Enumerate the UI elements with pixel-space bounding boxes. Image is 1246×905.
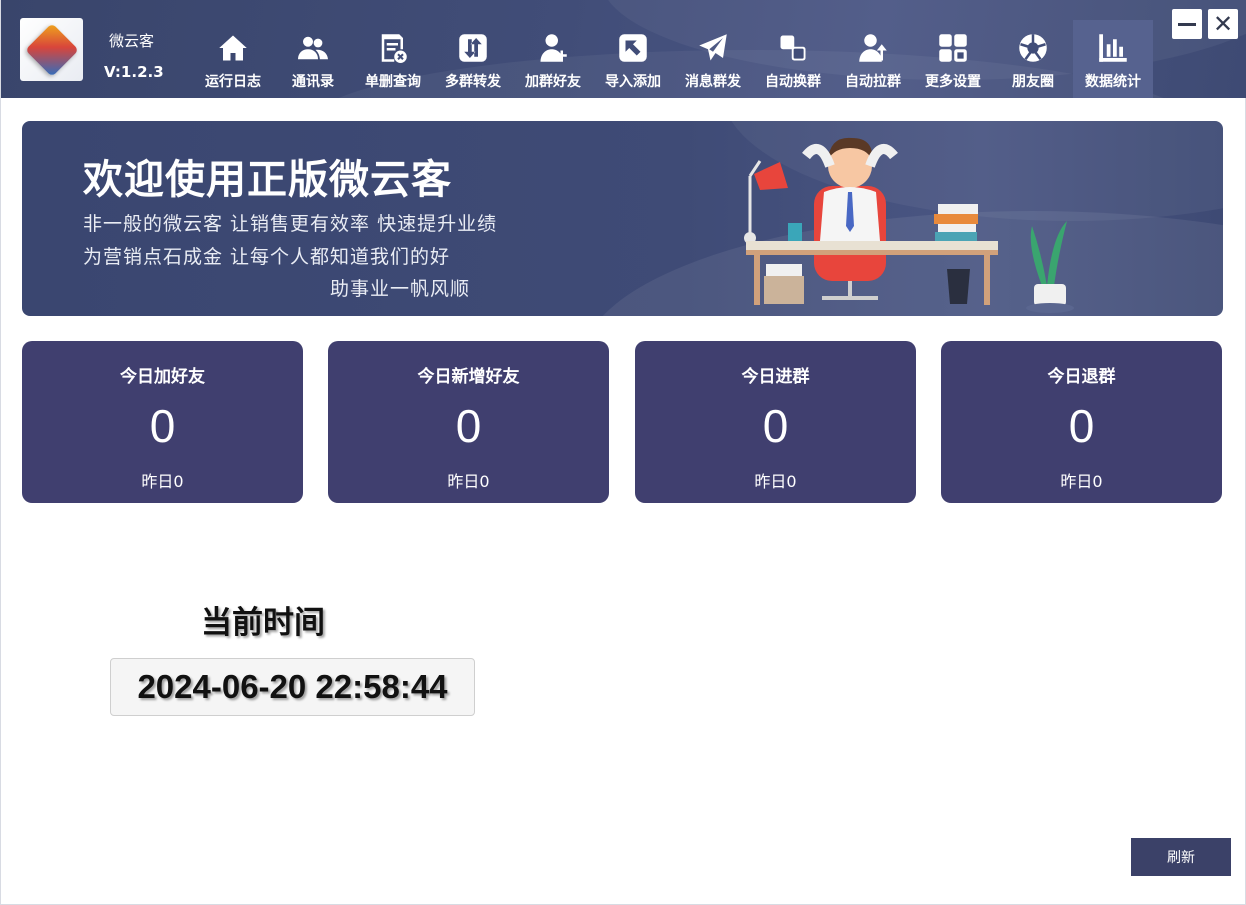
nav-moments[interactable]: 朋友圈 [993, 20, 1073, 98]
app-name: 微云客 [109, 32, 155, 50]
nav-single-delete-check[interactable]: 单删查询 [353, 20, 433, 98]
app-version: V:1.2.3 [104, 63, 164, 81]
welcome-banner: 欢迎使用正版微云客 非一般的微云客 让销售更有效率 快速提升业绩 为营销点石成金… [22, 121, 1223, 316]
banner-title: 欢迎使用正版微云客 [83, 157, 452, 203]
nav-contacts[interactable]: 通讯录 [273, 20, 353, 98]
nav-more-settings[interactable]: 更多设置 [913, 20, 993, 98]
stat-title: 今日进群 [741, 367, 810, 387]
stat-value: 0 [1068, 400, 1095, 452]
current-time-label: 当前时间 [201, 605, 325, 641]
nav-message-broadcast[interactable]: 消息群发 [673, 20, 753, 98]
bar-chart-icon [1096, 31, 1130, 65]
close-button[interactable]: ✕ [1208, 9, 1238, 39]
nav-label: 运行日志 [205, 74, 261, 90]
pull-user-icon [856, 31, 890, 65]
stat-title: 今日加好友 [120, 367, 205, 387]
stat-card-left-groups: 今日退群 0 昨日0 [941, 341, 1222, 503]
import-arrow-icon [616, 31, 650, 65]
nav-label: 数据统计 [1085, 74, 1141, 90]
add-user-icon [536, 31, 570, 65]
nav-label: 通讯录 [292, 74, 334, 90]
app-logo [20, 18, 83, 81]
current-time-display: 2024-06-20 22:58:44 [110, 658, 475, 716]
stat-value: 0 [762, 400, 789, 452]
nav-label: 朋友圈 [1012, 74, 1054, 90]
main-toolbar: 运行日志 通讯录 单删查询 多群转发 加群好友 导入添加 消息群发 自动换群 自… [193, 20, 1153, 98]
stat-yesterday: 昨日0 [754, 472, 797, 491]
nav-label: 自动拉群 [845, 74, 901, 90]
nav-auto-switch-group[interactable]: 自动换群 [753, 20, 833, 98]
document-delete-icon [376, 31, 410, 65]
nav-import-add[interactable]: 导入添加 [593, 20, 673, 98]
nav-label: 导入添加 [605, 74, 661, 90]
stat-card-added-friends: 今日加好友 0 昨日0 [22, 341, 303, 503]
nav-multi-group-forward[interactable]: 多群转发 [433, 20, 513, 98]
nav-label: 自动换群 [765, 74, 821, 90]
stat-yesterday: 昨日0 [1060, 472, 1103, 491]
contacts-icon [296, 31, 330, 65]
office-worker-illustration [744, 137, 1074, 313]
transfer-arrows-icon [456, 31, 490, 65]
nav-label: 多群转发 [445, 74, 501, 90]
stat-card-new-friends: 今日新增好友 0 昨日0 [328, 341, 609, 503]
paper-plane-icon [696, 31, 730, 65]
minimize-button[interactable] [1172, 9, 1202, 39]
title-bar: 微云客 V:1.2.3 运行日志 通讯录 单删查询 多群转发 加群好友 导入添加… [1, 0, 1246, 98]
stat-yesterday: 昨日0 [447, 472, 490, 491]
nav-run-log[interactable]: 运行日志 [193, 20, 273, 98]
nav-label: 单删查询 [365, 74, 421, 90]
grid-settings-icon [936, 31, 970, 65]
minimize-icon [1178, 22, 1196, 26]
nav-label: 加群好友 [525, 74, 581, 90]
stat-yesterday: 昨日0 [141, 472, 184, 491]
close-icon: ✕ [1212, 10, 1234, 38]
home-icon [216, 31, 250, 65]
banner-slogan-3: 助事业一帆风顺 [330, 278, 471, 300]
stat-value: 0 [455, 400, 482, 452]
stat-title: 今日新增好友 [417, 367, 520, 387]
stat-title: 今日退群 [1047, 367, 1116, 387]
stat-value: 0 [149, 400, 176, 452]
switch-group-icon [776, 31, 810, 65]
banner-slogan-1: 非一般的微云客 让销售更有效率 快速提升业绩 [83, 213, 498, 235]
aperture-icon [1016, 31, 1050, 65]
nav-data-statistics[interactable]: 数据统计 [1073, 20, 1153, 98]
nav-label: 消息群发 [685, 74, 741, 90]
nav-label: 更多设置 [925, 74, 981, 90]
stat-card-joined-groups: 今日进群 0 昨日0 [635, 341, 916, 503]
nav-add-group-friends[interactable]: 加群好友 [513, 20, 593, 98]
current-time-value: 2024-06-20 22:58:44 [137, 668, 448, 705]
nav-auto-pull-group[interactable]: 自动拉群 [833, 20, 913, 98]
refresh-button[interactable]: 刷新 [1131, 838, 1231, 876]
banner-slogan-2: 为营销点石成金 让每个人都知道我们的好 [83, 246, 451, 268]
